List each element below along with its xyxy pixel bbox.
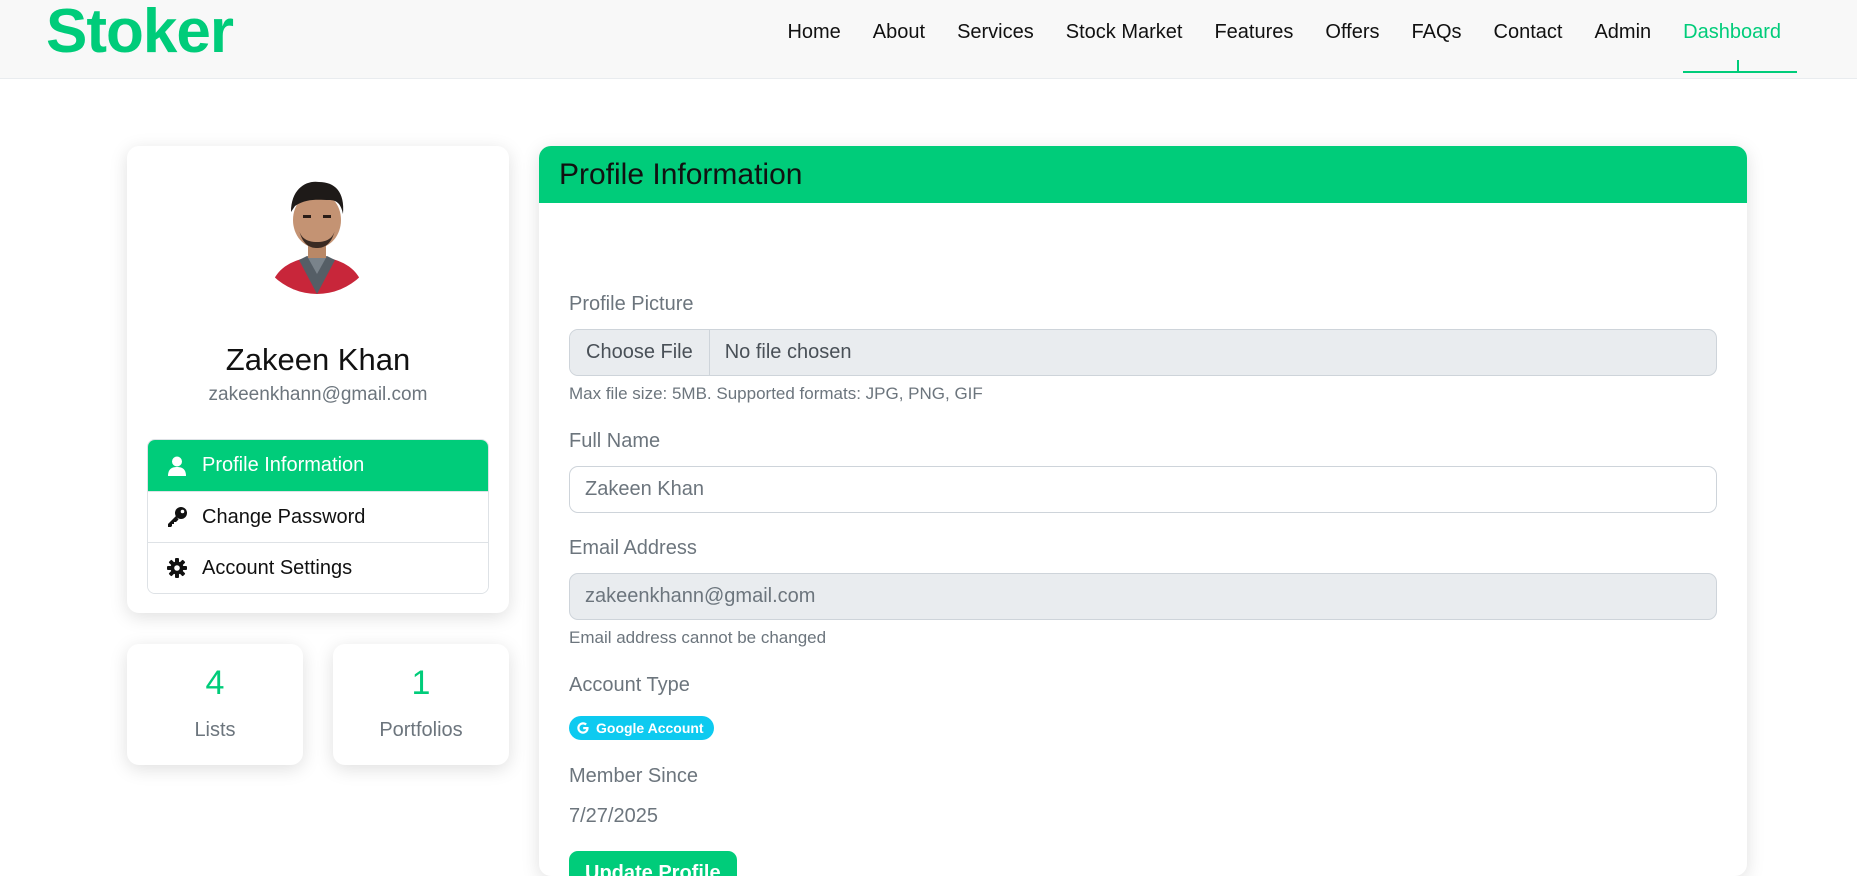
nav-features[interactable]: Features [1198, 18, 1309, 46]
profile-picture-label: Profile Picture [569, 293, 694, 315]
nav-dashboard-label: Dashboard [1683, 21, 1781, 43]
avatar [255, 170, 379, 294]
user-photo-icon [269, 181, 365, 294]
gear-icon [166, 557, 188, 579]
user-name: Zakeen Khan [225, 342, 411, 377]
file-help-text: Max file size: 5MB. Supported formats: J… [569, 384, 983, 403]
main-nav: Home About Services Stock Market Feature… [771, 18, 1797, 73]
user-icon [166, 455, 188, 477]
nav-about[interactable]: About [857, 18, 941, 46]
account-type-label: Account Type [569, 674, 690, 696]
stat-value: 4 [205, 664, 225, 702]
choose-file-button[interactable]: Choose File [570, 330, 710, 375]
key-icon [166, 506, 188, 528]
email-help-text: Email address cannot be changed [569, 628, 827, 647]
card-header: Profile Information [539, 146, 1747, 203]
nav-stock-market[interactable]: Stock Market [1050, 18, 1199, 46]
menu-item-label: Account Settings [202, 556, 353, 579]
email-label: Email Address [569, 537, 697, 559]
nav-active-underline [1683, 71, 1797, 73]
profile-menu: Profile Information Change Password Acco… [147, 439, 489, 594]
account-type-badge: Google Account [569, 716, 714, 740]
file-status-text: No file chosen [724, 341, 852, 363]
email-input: zakeenkhann@gmail.com [569, 573, 1717, 620]
top-navbar: Stoker Home About Services Stock Market … [0, 0, 1857, 79]
nav-services[interactable]: Services [941, 18, 1050, 46]
menu-item-label: Change Password [202, 505, 366, 528]
badge-label: Google Account [596, 720, 704, 736]
brand-logo[interactable]: Stoker [46, 0, 234, 64]
page-title: Profile Information [559, 157, 803, 191]
menu-item-account-settings[interactable]: Account Settings [148, 542, 488, 593]
member-since-value: 7/27/2025 [569, 805, 658, 827]
profile-sidebar-card: Zakeen Khan zakeenkhann@gmail.com Profil… [127, 146, 509, 613]
menu-item-label: Profile Information [202, 454, 365, 476]
nav-home[interactable]: Home [771, 18, 856, 46]
menu-item-change-password[interactable]: Change Password [148, 491, 488, 542]
update-profile-button[interactable]: Update Profile [569, 851, 737, 876]
stat-label: Lists [194, 719, 236, 741]
full-name-input[interactable]: Zakeen Khan [569, 466, 1717, 513]
nav-offers[interactable]: Offers [1309, 18, 1395, 46]
stat-card-lists: 4 Lists [127, 644, 303, 765]
nav-admin[interactable]: Admin [1578, 18, 1667, 46]
stat-card-portfolios: 1 Portfolios [333, 644, 509, 765]
member-since-label: Member Since [569, 765, 698, 787]
nav-faqs[interactable]: FAQs [1396, 18, 1478, 46]
stat-value: 1 [411, 664, 431, 702]
full-name-label: Full Name [569, 430, 661, 452]
stat-label: Portfolios [379, 719, 463, 741]
nav-dashboard[interactable]: Dashboard [1667, 18, 1797, 73]
menu-item-profile-information[interactable]: Profile Information [148, 440, 488, 491]
profile-picture-input[interactable]: Choose File No file chosen [569, 329, 1717, 376]
google-icon [577, 722, 589, 734]
nav-contact[interactable]: Contact [1478, 18, 1579, 46]
profile-information-card: Profile Information Profile Picture Choo… [539, 146, 1747, 876]
nav-active-marker [1737, 60, 1740, 72]
user-email: zakeenkhann@gmail.com [208, 384, 428, 405]
